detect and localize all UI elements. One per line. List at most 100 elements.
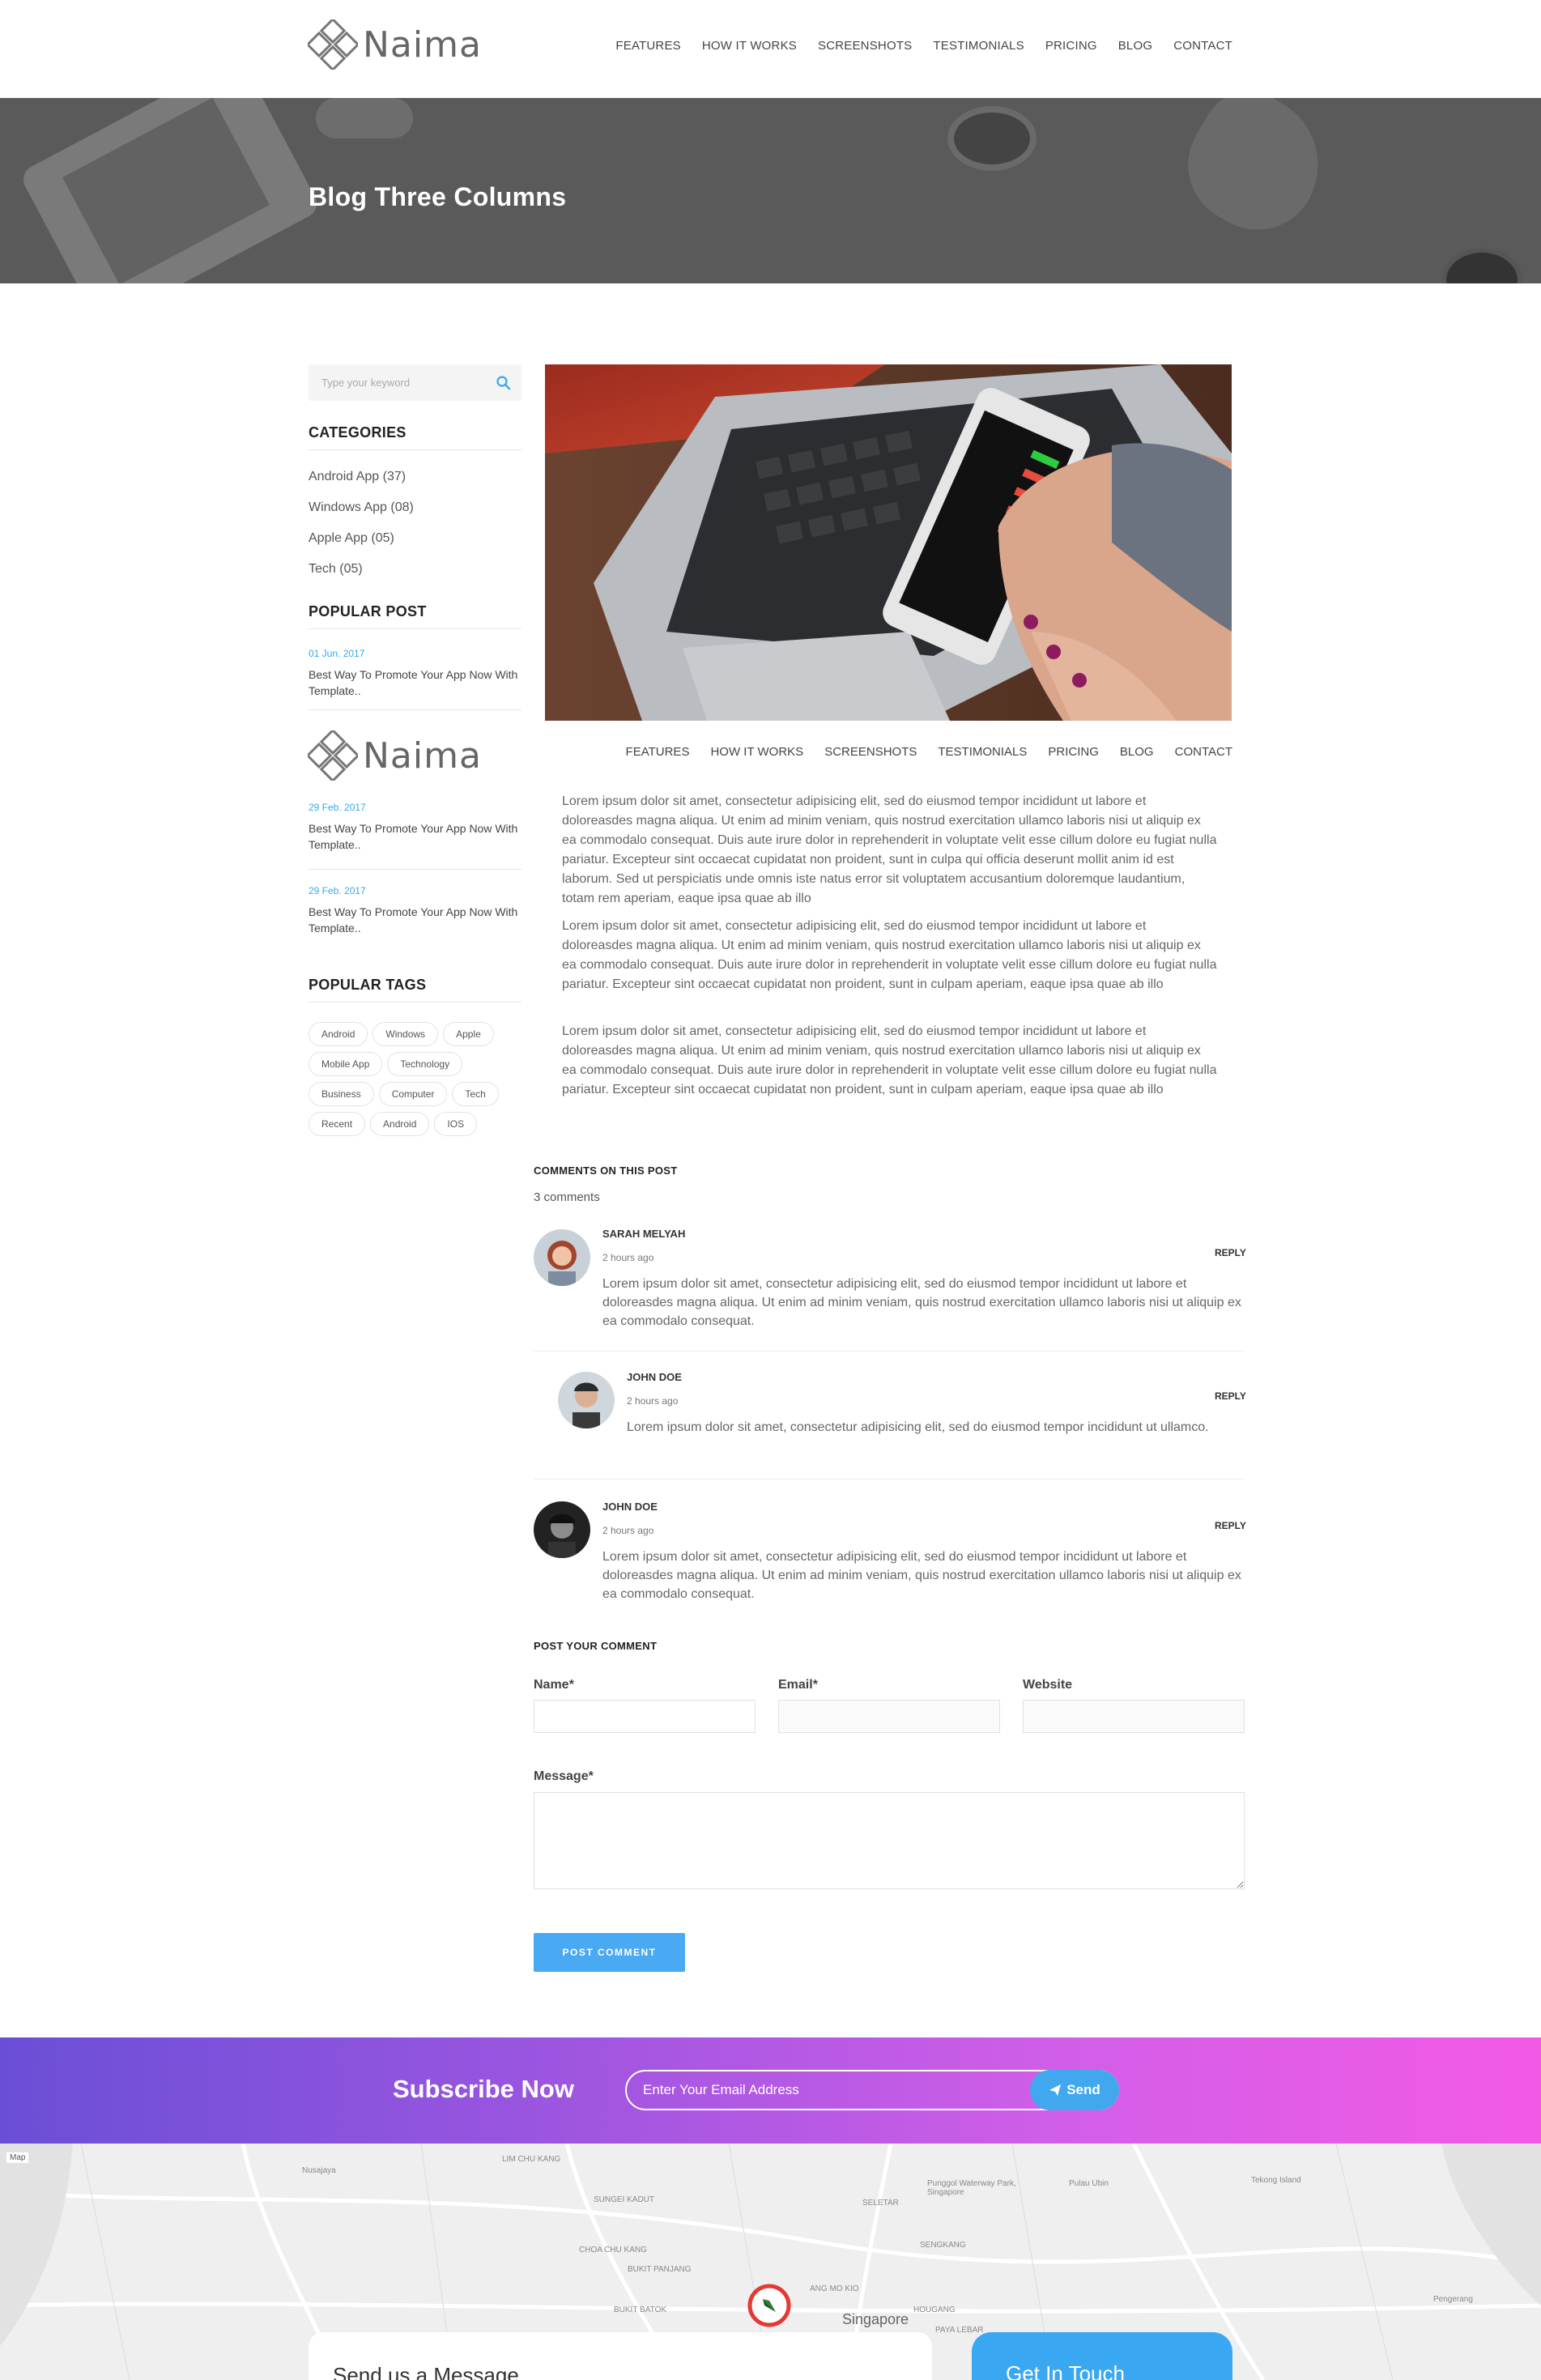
popular-tags-title: POPULAR TAGS [309, 977, 427, 993]
post-featured-image [545, 364, 1232, 721]
hero-coffee-cup [947, 106, 1037, 171]
tag[interactable]: Tech [452, 1082, 499, 1106]
popular-post-link[interactable]: Best Way To Promote Your App Now With Te… [309, 820, 521, 853]
main-nav: FEATURES HOW IT WORKS SCREENSHOTS TESTIM… [615, 39, 1232, 53]
hero-arm-image [316, 98, 413, 138]
category-apple-app[interactable]: Apple App (05) [309, 531, 394, 546]
reply-button[interactable]: REPLY [1215, 1520, 1246, 1531]
logo-text: Naima [363, 734, 482, 777]
nav-pricing[interactable]: PRICING [1045, 39, 1097, 53]
reply-button[interactable]: REPLY [1215, 1247, 1246, 1258]
nav-testimonials[interactable]: TESTIMONIALS [933, 39, 1024, 53]
comment-time: 2 hours ago [627, 1395, 679, 1407]
map-pin-icon[interactable] [747, 2283, 792, 2328]
email-label: Email* [778, 1678, 818, 1692]
comment-time: 2 hours ago [602, 1252, 654, 1263]
nav-screenshots[interactable]: SCREENSHOTS [824, 745, 917, 759]
page-title: Blog Three Columns [309, 182, 567, 211]
name-label: Name* [534, 1678, 574, 1692]
nav-blog[interactable]: BLOG [1118, 39, 1152, 53]
name-field[interactable] [534, 1700, 756, 1733]
subscribe-email-input[interactable] [643, 2071, 1032, 2109]
map-label: PAYA LEBAR [935, 2326, 984, 2335]
logo-diamond-icon [308, 730, 358, 781]
map-label: BUKIT PANJANG [628, 2265, 692, 2274]
nav-pricing[interactable]: PRICING [1048, 745, 1099, 759]
comments-heading: COMMENTS ON THIS POST [534, 1164, 678, 1177]
form-title: POST YOUR COMMENT [534, 1640, 658, 1652]
nav-features[interactable]: FEATURES [626, 745, 690, 759]
popular-post-link[interactable]: Best Way To Promote Your App Now With Te… [309, 666, 521, 699]
logo-duplicate[interactable]: Naima [308, 729, 482, 782]
avatar [558, 1372, 615, 1428]
map-label: HOUGANG [913, 2305, 956, 2314]
map-type-toggle[interactable]: Map [6, 2152, 29, 2163]
nav-features[interactable]: FEATURES [615, 39, 681, 53]
map-label: SUNGEI KADUT [594, 2195, 655, 2204]
nav-how-it-works[interactable]: HOW IT WORKS [702, 39, 797, 53]
search-input[interactable] [309, 364, 487, 401]
tag[interactable]: Recent [309, 1112, 366, 1136]
map-label: Pulau Ubin [1069, 2179, 1109, 2188]
laptop-phone-illustration [545, 364, 1232, 721]
article-paragraph: Lorem ipsum dolor sit amet, consectetur … [562, 794, 1217, 905]
nav-blog[interactable]: BLOG [1120, 745, 1154, 759]
divider [309, 449, 521, 450]
popular-post-link[interactable]: Best Way To Promote Your App Now With Te… [309, 904, 521, 936]
comment-text: Lorem ipsum dolor sit amet, consectetur … [602, 1550, 1241, 1601]
email-field[interactable] [778, 1700, 1000, 1733]
map-label: Tekong Island [1251, 2176, 1301, 2185]
website-field[interactable] [1023, 1700, 1245, 1733]
send-message-card: Send us a Message [309, 2332, 932, 2380]
divider [534, 1351, 1245, 1352]
tag[interactable]: Android [309, 1022, 368, 1046]
article-paragraph: Lorem ipsum dolor sit amet, consectetur … [562, 919, 1217, 991]
nav-testimonials[interactable]: TESTIMONIALS [938, 745, 1027, 759]
nav-contact[interactable]: CONTACT [1173, 39, 1232, 53]
get-in-touch-title: Get In Touch [1006, 2361, 1125, 2380]
message-field[interactable] [534, 1792, 1245, 1889]
category-windows-app[interactable]: Windows App (08) [309, 500, 414, 515]
tag[interactable]: Windows [372, 1022, 439, 1046]
secondary-nav: FEATURES HOW IT WORKS SCREENSHOTS TESTIM… [626, 745, 1232, 759]
post-comment-button[interactable]: POST COMMENT [534, 1933, 685, 1972]
nav-how-it-works[interactable]: HOW IT WORKS [710, 745, 803, 759]
comment-author: JOHN DOE [602, 1501, 658, 1513]
map-label: CHOA CHU KANG [579, 2246, 647, 2254]
popular-post-date: 01 Jun. 2017 [309, 648, 365, 659]
subscribe-section: Subscribe Now Send [0, 2037, 1541, 2144]
popular-post-date: 29 Feb. 2017 [309, 802, 366, 813]
logo[interactable]: Naima [308, 18, 482, 71]
nav-screenshots[interactable]: SCREENSHOTS [818, 39, 912, 53]
divider [309, 1002, 521, 1003]
subscribe-send-button[interactable]: Send [1030, 2070, 1119, 2110]
tag[interactable]: Mobile App [309, 1052, 383, 1076]
category-tech[interactable]: Tech (05) [309, 562, 363, 577]
search-icon[interactable] [496, 375, 512, 391]
map-label: Nusajaya [302, 2166, 336, 2175]
tag-cloud: Android Windows Apple Mobile App Technol… [309, 1022, 527, 1136]
comment-author: JOHN DOE [627, 1371, 682, 1383]
tag[interactable]: Computer [378, 1082, 448, 1106]
nav-contact[interactable]: CONTACT [1175, 745, 1232, 759]
map-label: Punggol Waterway Park, Singapore [927, 2179, 1016, 2197]
tag[interactable]: IOS [434, 1112, 478, 1136]
tag[interactable]: Apple [443, 1022, 494, 1046]
subscribe-title: Subscribe Now [393, 2075, 574, 2103]
category-android-app[interactable]: Android App (37) [309, 470, 406, 484]
comment-author: SARAH MELYAH [602, 1228, 686, 1240]
map-label: SELETAR [862, 2199, 899, 2208]
get-in-touch-card: Get In Touch [972, 2332, 1232, 2380]
tag[interactable]: Android [370, 1112, 430, 1136]
message-label: Message* [534, 1769, 594, 1783]
sidebar-search [309, 364, 521, 401]
site-header: Naima FEATURES HOW IT WORKS SCREENSHOTS … [0, 0, 1541, 98]
tag[interactable]: Business [309, 1082, 374, 1106]
hero-banner: Blog Three Columns [0, 98, 1541, 283]
tag[interactable]: Technology [387, 1052, 463, 1076]
reply-button[interactable]: REPLY [1215, 1390, 1246, 1402]
map-label: ANG MO KIO [810, 2284, 859, 2293]
popular-post-title: POPULAR POST [309, 603, 427, 619]
comment-text: Lorem ipsum dolor sit amet, consectetur … [602, 1277, 1241, 1328]
paper-plane-icon [1049, 2084, 1062, 2096]
